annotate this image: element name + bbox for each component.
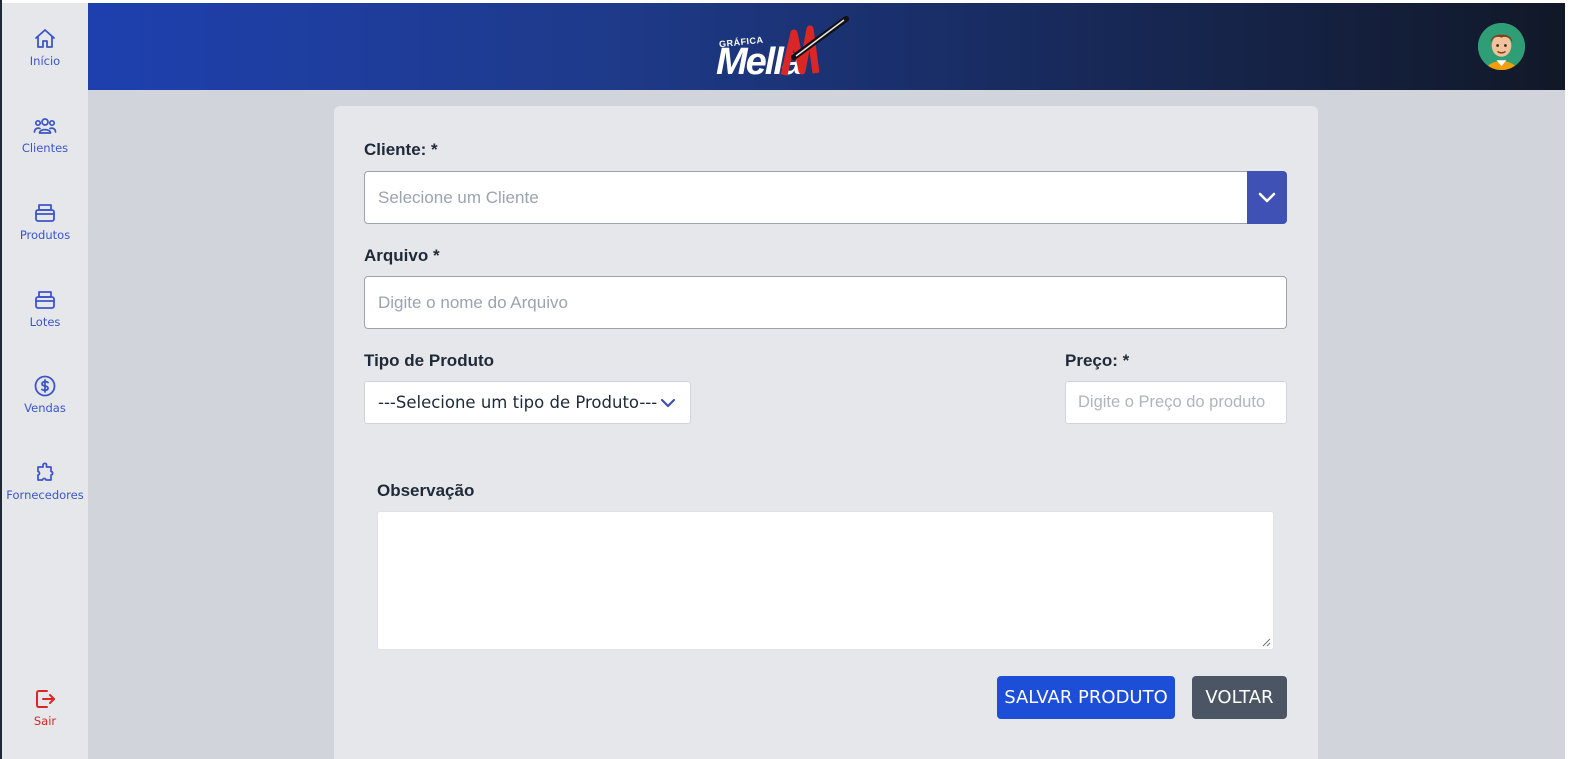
sidebar-item-label: Clientes <box>21 141 69 155</box>
observacao-label: Observação <box>377 481 475 500</box>
save-product-button[interactable]: SALVAR PRODUTO <box>997 676 1175 719</box>
tipo-produto-selected: ---Selecione um tipo de Produto--- <box>378 393 658 412</box>
observacao-textarea[interactable] <box>377 511 1274 650</box>
cliente-placeholder: Selecione um Cliente <box>378 187 539 207</box>
user-avatar[interactable] <box>1478 23 1525 70</box>
sidebar-item-label: Sair <box>33 714 57 728</box>
back-button[interactable]: VOLTAR <box>1192 676 1287 719</box>
sidebar-item-label: Fornecedores <box>6 488 84 502</box>
sidebar-item-produtos[interactable]: Produtos <box>2 201 88 261</box>
avatar-icon <box>1478 23 1525 70</box>
sidebar: Início Clientes Produtos Lotes Vendas Fo… <box>2 3 88 759</box>
sidebar-item-label: Início <box>29 54 61 68</box>
arquivo-input[interactable]: Digite o nome do Arquivo <box>364 276 1287 329</box>
logout-icon <box>36 690 55 708</box>
preco-input[interactable]: Digite o Preço do produto <box>1065 381 1287 424</box>
arquivo-label: Arquivo * <box>364 246 440 265</box>
sidebar-item-fornecedores[interactable]: Fornecedores <box>2 461 88 521</box>
users-icon <box>33 118 57 134</box>
cliente-label: Cliente: * <box>364 140 438 159</box>
sidebar-item-sair[interactable]: Sair <box>2 687 88 747</box>
tipo-produto-select[interactable]: ---Selecione um tipo de Produto--- <box>364 381 691 424</box>
sidebar-item-label: Produtos <box>19 228 71 242</box>
sidebar-item-clientes[interactable]: Clientes <box>2 114 88 174</box>
box-icon <box>35 291 55 309</box>
pen-logo-icon <box>780 16 849 76</box>
preco-placeholder: Digite o Preço do produto <box>1078 393 1266 411</box>
grafica-mella-logo[interactable]: GRÁFICA Mella <box>716 11 856 87</box>
box-icon <box>35 204 55 222</box>
resize-grip-icon[interactable] <box>1262 638 1271 647</box>
sidebar-item-vendas[interactable]: Vendas <box>2 374 88 434</box>
sidebar-item-lotes[interactable]: Lotes <box>2 288 88 348</box>
dollar-circle-icon <box>34 375 56 397</box>
cliente-dropdown-button[interactable] <box>1247 171 1287 224</box>
chevron-down-icon <box>1258 192 1276 202</box>
sidebar-item-label: Lotes <box>29 315 61 329</box>
tipo-produto-label: Tipo de Produto <box>364 351 495 370</box>
preco-label: Preço: * <box>1065 351 1130 370</box>
cliente-select[interactable]: Selecione um Cliente <box>364 171 1248 224</box>
window-right-edge <box>1565 0 1589 759</box>
sidebar-item-label: Vendas <box>24 401 66 415</box>
home-icon <box>35 29 55 48</box>
sidebar-item-inicio[interactable]: Início <box>2 27 88 87</box>
product-form-card: Cliente: * Selecione um Cliente Arquivo … <box>334 106 1318 759</box>
arquivo-placeholder: Digite o nome do Arquivo <box>378 292 568 312</box>
chevron-down-icon <box>660 398 676 408</box>
puzzle-icon <box>37 462 54 481</box>
top-header: GRÁFICA Mella <box>88 3 1565 90</box>
